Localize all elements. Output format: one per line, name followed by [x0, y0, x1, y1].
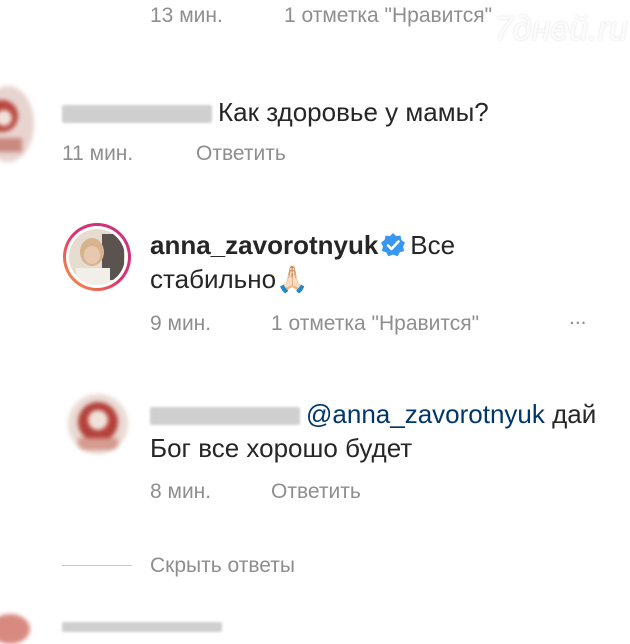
top-comment-likes[interactable]: 1 отметка "Нравится": [284, 4, 492, 28]
reply-line-1: @anna_zavorotnyuk дай: [306, 397, 596, 431]
comment-time: 11 мин.: [62, 142, 134, 165]
more-options-icon[interactable]: ...: [569, 306, 587, 330]
avatar[interactable]: [0, 86, 34, 162]
avatar[interactable]: [62, 222, 132, 292]
reply-text-start: дай: [552, 399, 597, 429]
next-comment-blurred: [62, 620, 222, 634]
hide-replies-button[interactable]: Скрыть ответы: [150, 554, 295, 578]
mention-link[interactable]: @anna_zavorotnyuk: [306, 399, 545, 429]
reply-likes[interactable]: 1 отметка "Нравится": [271, 312, 479, 336]
reply-time: 8 мин.: [150, 480, 212, 503]
divider-line: [62, 565, 132, 566]
praying-hands-icon: 🙏🏻: [276, 264, 309, 294]
reply-line-2: стабильно🙏🏻: [150, 262, 308, 296]
avatar[interactable]: [68, 394, 128, 454]
reply-text-end: Бог все хорошо будет: [150, 433, 413, 463]
top-comment-time: 13 мин.: [150, 4, 223, 27]
reply-line-1: anna_zavorotnyuk Все: [150, 228, 480, 266]
reply-username[interactable]: anna_zavorotnyuk: [150, 230, 378, 260]
verified-badge-icon: [380, 232, 406, 266]
comment-text: Как здоровье у мамы?: [218, 97, 489, 127]
reply-username-blurred[interactable]: [150, 399, 300, 433]
reply-button[interactable]: Ответить: [271, 480, 361, 504]
reply-text-start: Все: [410, 230, 456, 260]
reply-text-end: стабильно: [150, 264, 277, 294]
avatar[interactable]: [0, 614, 30, 644]
reply-time: 9 мин.: [150, 312, 212, 335]
watermark: 7дней.ru: [494, 10, 628, 48]
reply-button[interactable]: Ответить: [196, 142, 286, 166]
comment-username-blurred[interactable]: [62, 97, 212, 131]
